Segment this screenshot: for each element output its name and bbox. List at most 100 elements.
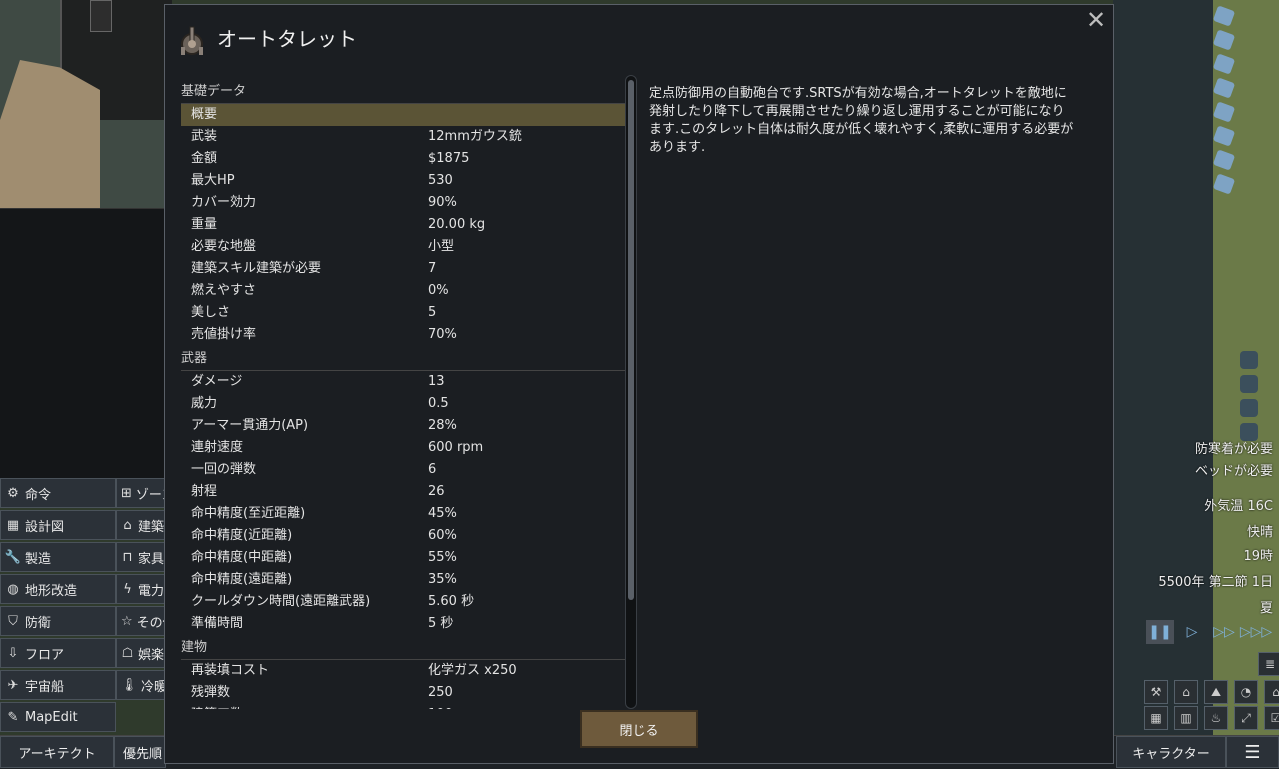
arch-terrain-button[interactable]: ◍ 地形改造 (0, 574, 116, 604)
arch-furniture-button[interactable]: ⊓ 家具 (116, 542, 165, 572)
stat-row[interactable]: 連射速度 600 rpm (181, 437, 625, 459)
arch-mapedit-button[interactable]: ✎ MapEdit (0, 702, 116, 732)
arch-production-button[interactable]: 🔧 製造 (0, 542, 116, 572)
alert-bed[interactable]: ベッドが必要 (1195, 460, 1273, 479)
pause-icon[interactable]: ❚❚ (1146, 620, 1174, 644)
arch-blueprint-button[interactable]: ▦ 設計図 (0, 510, 116, 540)
edit-icon: ✎ (7, 709, 19, 725)
stat-label: 命中精度(近距離) (191, 528, 293, 543)
checklist-icon[interactable]: ☑ (1264, 706, 1279, 730)
grid-icon[interactable]: ▦ (1144, 706, 1168, 730)
map-overlay-icon[interactable]: ◔ (1234, 680, 1258, 704)
arch-orders-button[interactable]: ⚙ 命令 (0, 478, 116, 508)
stat-label: 金額 (191, 151, 218, 166)
stat-row[interactable]: 金額 $1875 (181, 148, 625, 170)
stat-value: 0% (428, 283, 449, 298)
arch-security-button[interactable]: ⛉ 防衛 (0, 606, 116, 636)
stat-row[interactable]: 最大HP 530 (181, 170, 625, 192)
auto-home-area-icon[interactable]: ⚒ (1144, 680, 1168, 704)
map-stones (1212, 0, 1245, 200)
stat-row[interactable]: カバー効力 90% (181, 192, 625, 214)
stat-row[interactable]: 命中精度(至近距離) 45% (181, 503, 625, 525)
stat-label: 命中精度(中距離) (191, 550, 293, 565)
stats-list: 基礎データ 概要 武装 12mmガウス銃 金額 $1875 最大HP 530 カバー効力 90% 重… (181, 79, 625, 709)
stat-row[interactable]: 命中精度(中距離) 55% (181, 547, 625, 569)
stat-label: 燃えやすさ (191, 283, 257, 298)
stat-row[interactable]: 一回の弾数 6 (181, 459, 625, 481)
tab-priority[interactable]: 優先順 (114, 736, 166, 768)
arch-floor-button[interactable]: ⇩ フロア (0, 638, 116, 668)
info-dialog: オートタレット ✕ 基礎データ 概要 武装 12mmガウス銃 金額 $1875 最大HP 53… (164, 4, 1114, 764)
stat-value: 小型 (428, 239, 455, 254)
stat-row[interactable]: 建築工数100 (181, 704, 625, 709)
arch-misc-button[interactable]: ☆その他 (116, 606, 165, 636)
beauty-icon[interactable]: ▥ (1174, 706, 1198, 730)
weather: 快晴 (1246, 525, 1273, 540)
time-of-day: 19時 (1243, 549, 1273, 564)
tab-architect[interactable]: アーキテクト (0, 736, 114, 768)
stat-row[interactable]: 概要 (181, 104, 625, 126)
stat-row[interactable]: 再装填コスト 化学ガス x250 (181, 660, 625, 682)
stat-row[interactable]: 残弾数 250 (181, 682, 625, 704)
arch-ship-button[interactable]: ✈ 宇宙船 (0, 670, 116, 700)
stat-value: 70% (428, 327, 457, 342)
arch-power-button[interactable]: ϟ 電力 (116, 574, 165, 604)
stat-row[interactable]: 必要な地盤 小型 (181, 236, 625, 258)
arch-build-button[interactable]: ⌂ 建築 (116, 510, 165, 540)
zone-toggle-icon[interactable]: ⛰ (1204, 680, 1228, 704)
stat-label: 再装填コスト (191, 663, 270, 678)
stat-row[interactable]: 燃えやすさ 0% (181, 280, 625, 302)
map-water (1113, 0, 1213, 768)
play-settings-row-2: ▦ ▥ ♨ ⤢ ☑ (1144, 706, 1279, 730)
stat-row[interactable]: ダメージ 13 (181, 371, 625, 393)
stat-row[interactable]: 建築スキル建築が必要 7 (181, 258, 625, 280)
blueprint-icon: ▦ (6, 517, 20, 533)
stat-label: 必要な地盤 (191, 239, 257, 254)
map-stones-dark (1240, 345, 1258, 447)
wrench-icon: 🔧 (4, 549, 22, 565)
tab-character[interactable]: キャラクター (1116, 736, 1226, 768)
floor-icon: ⇩ (7, 645, 19, 661)
stat-label: ダメージ (191, 374, 243, 389)
notes-icon[interactable]: ≣ (1258, 652, 1279, 676)
stat-row[interactable]: アーマー貫通力(AP) 28% (181, 415, 625, 437)
close-button[interactable]: 閉じる (580, 710, 698, 748)
play-icon[interactable]: ▷ (1178, 620, 1206, 644)
roof-overlay-icon[interactable]: ⌂ (1264, 680, 1279, 704)
stat-value: 90% (428, 195, 457, 210)
stat-label: 建築工数 (191, 704, 428, 709)
stat-row[interactable]: 威力 0.5 (181, 393, 625, 415)
stat-row[interactable]: 重量 20.00 kg (181, 214, 625, 236)
stat-row[interactable]: クールダウン時間(遠距離武器) 5.60 秒 (181, 591, 625, 613)
stat-value: 20.00 kg (428, 217, 486, 232)
arch-zone-button[interactable]: ⊞ゾーン (116, 478, 165, 508)
stat-label: 重量 (191, 217, 218, 232)
stat-value: 35% (428, 572, 457, 587)
arch-joy-button[interactable]: ☖ 娯楽 (116, 638, 165, 668)
stat-row[interactable]: 命中精度(近距離) 60% (181, 525, 625, 547)
stat-row[interactable]: 美しさ 5 (181, 302, 625, 324)
stat-row[interactable]: 売値掛け率 70% (181, 324, 625, 346)
stat-row[interactable]: 射程 26 (181, 481, 625, 503)
arch-temperature-button[interactable]: 🌡冷暖房 (116, 670, 165, 700)
stat-row[interactable]: 命中精度(遠距離) 35% (181, 569, 625, 591)
auto-rebuild-icon[interactable]: ⌂ (1174, 680, 1198, 704)
stat-value: 5 秒 (428, 616, 454, 631)
superfast-icon[interactable]: ▷▷▷ (1240, 620, 1272, 644)
close-icon[interactable]: ✕ (1083, 7, 1109, 33)
fast-forward-icon[interactable]: ▷▷ (1210, 620, 1238, 644)
outdoor-temperature: 外気温 16C (1204, 499, 1273, 514)
stat-row[interactable]: 準備時間 5 秒 (181, 613, 625, 635)
expand-icon[interactable]: ⤢ (1234, 706, 1258, 730)
temperature-icon[interactable]: ♨ (1204, 706, 1228, 730)
stat-value: 0.5 (428, 396, 449, 411)
alert-warm-clothes[interactable]: 防寒着が必要 (1195, 438, 1273, 457)
gamepad-icon: ☖ (121, 645, 134, 661)
stat-label: 命中精度(遠距離) (191, 572, 293, 587)
scrollbar-thumb[interactable] (628, 80, 634, 600)
list-icon[interactable]: ☰ (1226, 736, 1279, 768)
stat-row[interactable]: 武装 12mmガウス銃 (181, 126, 625, 148)
stat-label: 一回の弾数 (191, 462, 257, 477)
stat-label: 威力 (191, 396, 218, 411)
stats-scrollbar[interactable] (625, 75, 637, 709)
